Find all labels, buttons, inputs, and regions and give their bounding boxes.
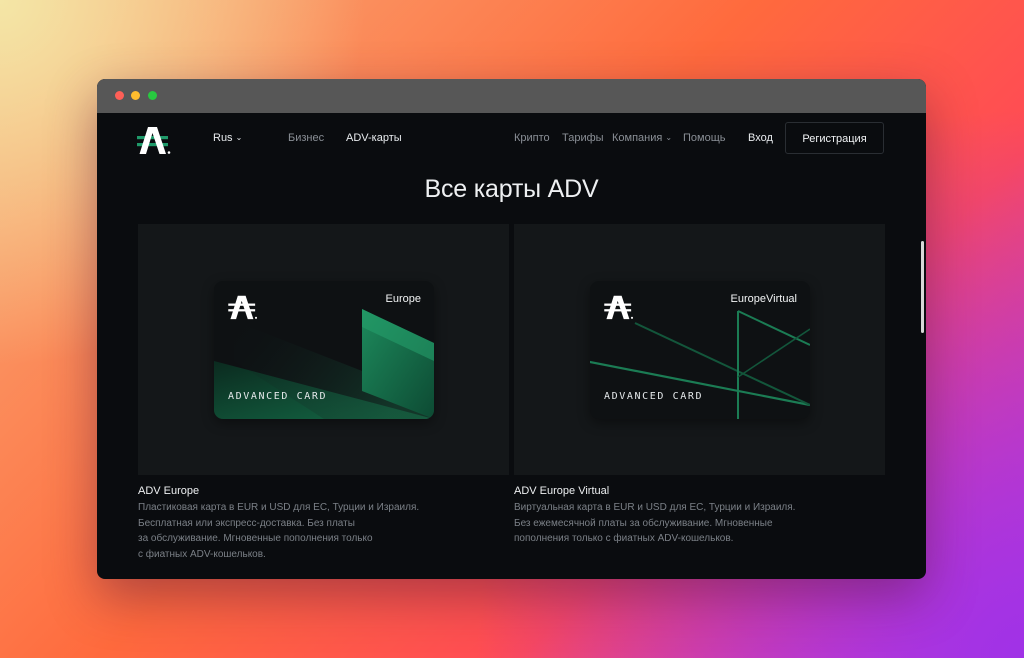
description-line: пополнения только с фиатных ADV-кошелько… xyxy=(514,533,734,544)
product-title[interactable]: ADV Europe xyxy=(138,485,458,497)
nav-link-company-label: Компания xyxy=(612,132,663,144)
description-line: с фиатных ADV-кошельков. xyxy=(138,548,266,560)
maximize-window-button[interactable] xyxy=(148,91,157,100)
product-description: Пластиковая карта в EUR и USD для ЕС, Ту… xyxy=(138,500,458,562)
language-selector[interactable]: Rus ⌄ xyxy=(213,132,242,144)
minimize-window-button[interactable] xyxy=(131,91,140,100)
close-window-button[interactable] xyxy=(115,91,124,100)
card-logo-icon xyxy=(604,295,634,320)
card-image-europe: Europe ADVANCED CARD xyxy=(214,281,434,419)
description-line: Бесплатная или экспресс-доставка. Без пл… xyxy=(138,517,355,529)
card-brand-name: ADVANCED CARD xyxy=(228,391,328,402)
nav-link-company[interactable]: Компания ⌄ xyxy=(612,132,672,144)
login-link[interactable]: Вход xyxy=(748,132,773,144)
nav-link-tariffs[interactable]: Тарифы xyxy=(562,132,604,144)
window-titlebar xyxy=(97,79,926,113)
nav-link-business[interactable]: Бизнес xyxy=(288,132,324,144)
product-info-europe-virtual: ADV Europe Virtual Виртуальная карта в E… xyxy=(514,485,834,547)
page-title: Все карты ADV xyxy=(424,175,599,203)
card-region-label: EuropeVirtual xyxy=(730,293,797,305)
adv-logo-icon[interactable] xyxy=(137,125,171,155)
nav-link-help[interactable]: Помощь xyxy=(683,132,726,144)
card-panel-europe[interactable]: Europe ADVANCED CARD xyxy=(138,224,509,475)
browser-window: Rus ⌄ Бизнес ADV-карты Крипто Тарифы Комп… xyxy=(97,79,926,579)
description-line: Пластиковая карта в EUR и USD для ЕС, Ту… xyxy=(138,502,420,513)
nav-link-crypto[interactable]: Крипто xyxy=(514,132,550,144)
language-label: Rus xyxy=(213,132,233,144)
card-logo-icon xyxy=(228,295,258,320)
top-navigation: Rus ⌄ Бизнес ADV-карты Крипто Тарифы Комп… xyxy=(97,113,926,165)
card-image-europe-virtual: EuropeVirtual ADVANCED CARD xyxy=(590,281,810,419)
description-line: за обслуживание. Мгновенные пополнения т… xyxy=(138,533,373,544)
description-line: Виртуальная карта в EUR и USD для ЕС, Ту… xyxy=(514,502,796,513)
description-line: Без ежемесячной платы за обслуживание. М… xyxy=(514,517,773,529)
card-panel-europe-virtual[interactable]: EuropeVirtual ADVANCED CARD xyxy=(514,224,885,475)
register-button[interactable]: Регистрация xyxy=(785,122,884,154)
nav-link-adv-cards[interactable]: ADV-карты xyxy=(346,132,402,144)
product-title[interactable]: ADV Europe Virtual xyxy=(514,485,834,497)
chevron-down-icon: ⌄ xyxy=(235,133,243,142)
product-description: Виртуальная карта в EUR и USD для ЕС, Ту… xyxy=(514,500,834,547)
product-info-europe: ADV Europe Пластиковая карта в EUR и USD… xyxy=(138,485,458,562)
card-brand-name: ADVANCED CARD xyxy=(604,391,704,402)
chevron-down-icon: ⌄ xyxy=(665,133,673,142)
scrollbar-thumb[interactable] xyxy=(921,241,924,333)
card-region-label: Europe xyxy=(385,293,421,305)
